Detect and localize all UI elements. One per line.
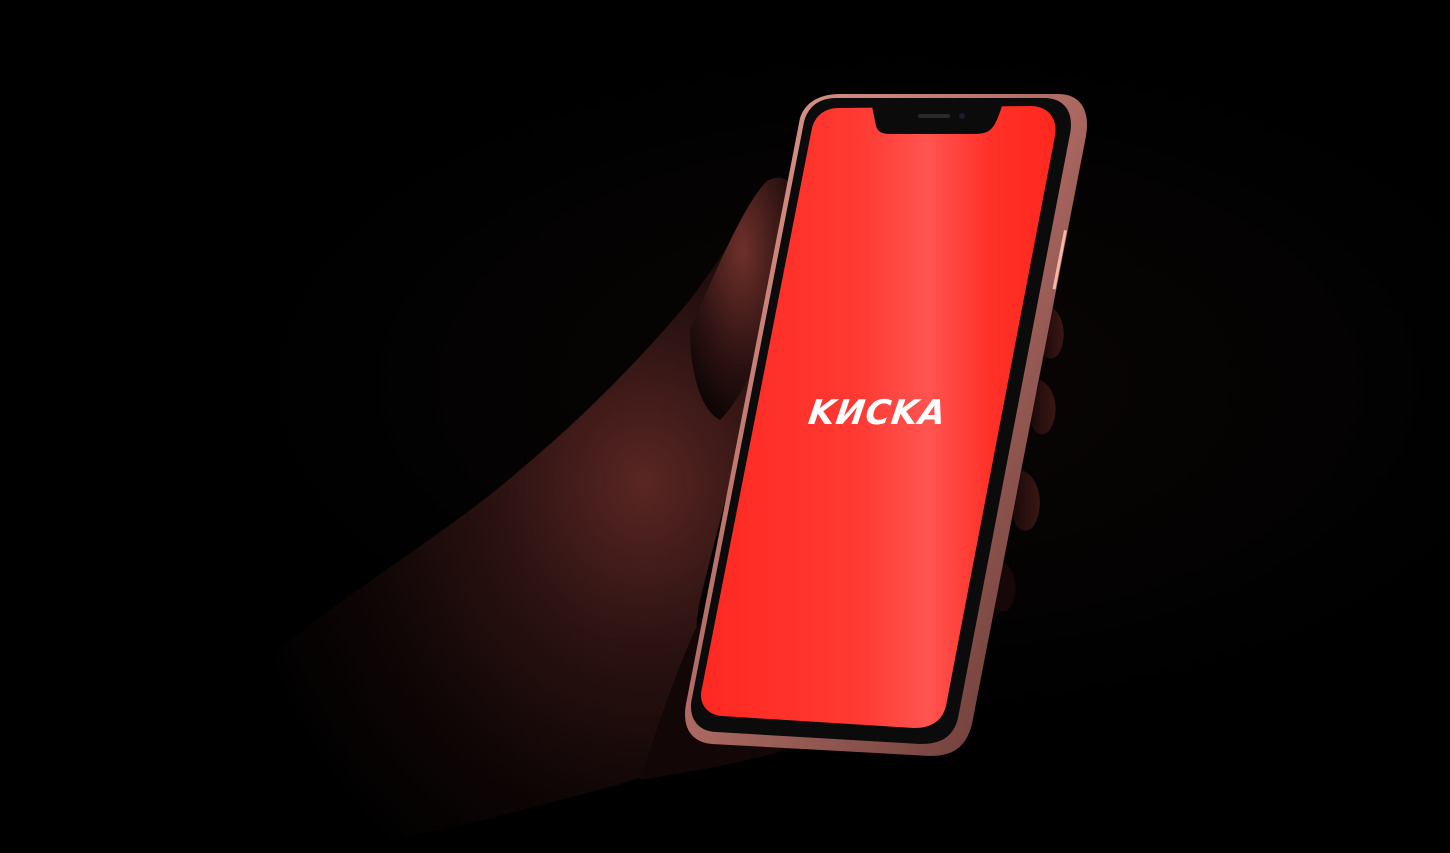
earpiece [918,114,950,118]
phone-device: KИCKA [685,94,1087,756]
front-camera [959,113,965,119]
app-logo-text: KИCKA [806,393,949,433]
phone-notch [872,106,1002,134]
app-logo: KИCKA [806,393,949,433]
scene: KИCKA [0,0,1450,853]
